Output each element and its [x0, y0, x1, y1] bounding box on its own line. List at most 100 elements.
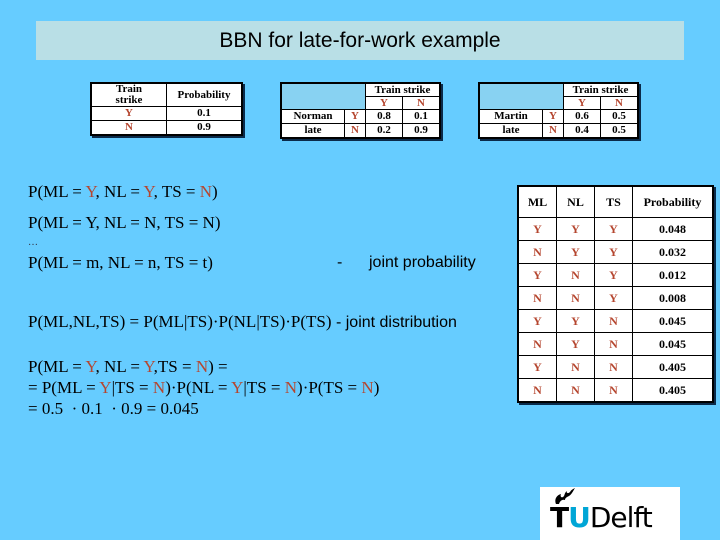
norman-late-table: Train strike Y N Norman Y 0.8 0.1 late N…: [280, 82, 441, 139]
ml-value: N: [517, 332, 557, 356]
ts-value: Y: [90, 106, 167, 121]
formula-text: )·P(TS =: [297, 378, 362, 397]
row-value: Y: [344, 109, 366, 124]
formula-value: N: [152, 378, 166, 397]
formula-value: N: [199, 182, 213, 201]
probability-value: 0.008: [632, 286, 714, 310]
ellipsis: …: [28, 237, 38, 248]
joint-probability-label: joint probability: [369, 254, 476, 271]
example-line-2: = P(ML = Y|TS = N)·P(NL = Y|TS = N)·P(TS…: [28, 378, 379, 398]
col-value: N: [402, 96, 441, 110]
ml-value: Y: [517, 263, 557, 287]
table-row: Martin Y 0.6 0.5: [478, 109, 639, 124]
formula-text: |TS =: [243, 378, 285, 397]
prob-cell: 0.5: [600, 109, 639, 124]
header-ts: TS: [594, 185, 633, 218]
row-label: Norman: [280, 109, 345, 124]
ts-value: N: [594, 332, 633, 356]
probability-value: 0.405: [632, 378, 714, 403]
formula-text: P(ML =: [28, 182, 86, 201]
slide-title: BBN for late-for-work example: [36, 21, 684, 60]
row-label: Martin: [478, 109, 543, 124]
formula-value: Y: [85, 182, 96, 201]
formula-value: Y: [99, 378, 112, 397]
row-value: N: [344, 123, 366, 139]
prob-cell: 0.2: [365, 123, 403, 139]
chain-rule-formula: P(ML,NL,TS) = P(ML|TS)·P(NL|TS)·P(TS) - …: [28, 312, 457, 332]
header-ml: ML: [517, 185, 557, 218]
ts-value: N: [594, 355, 633, 379]
formula-text: ) =: [208, 357, 228, 376]
nl-value: Y: [556, 240, 595, 264]
example-line-3: = 0.5 · 0.1 · 0.9 = 0.045: [28, 399, 199, 418]
nl-value: Y: [556, 309, 595, 333]
nl-value: Y: [556, 217, 595, 241]
tu-delft-logo: TUDelft: [540, 487, 680, 540]
header-nl: NL: [556, 185, 595, 218]
prob-cell: 0.4: [563, 123, 601, 139]
logo-t: T: [550, 501, 569, 534]
row-value: Y: [542, 109, 564, 124]
nl-value: N: [556, 378, 595, 403]
joint-probability-dash: -: [337, 254, 343, 271]
joint-distribution-label: - joint distribution: [331, 314, 457, 331]
ts-value: Y: [594, 286, 633, 310]
table-row: N Y Y 0.032: [517, 240, 714, 264]
nl-value: Y: [556, 332, 595, 356]
ml-value: N: [517, 286, 557, 310]
ml-value: N: [517, 378, 557, 403]
probability-value: 0.032: [632, 240, 714, 264]
table-row: N 0.9: [90, 120, 243, 136]
ts-prob: 0.1: [166, 106, 243, 121]
ts-prob: 0.9: [166, 120, 243, 136]
formula-value: N: [361, 378, 374, 397]
martin-late-table: Train strike Y N Martin Y 0.6 0.5 late N…: [478, 82, 639, 139]
ml-value: N: [517, 240, 557, 264]
logo-wordmark: TUDelft: [550, 501, 653, 534]
header-line: strike: [115, 94, 143, 106]
formula-value: Y: [143, 182, 154, 201]
formula-text: P(ML =: [28, 357, 86, 376]
ts-value: Y: [594, 263, 633, 287]
prob-cell: 0.1: [402, 109, 441, 124]
table-row: Norman Y 0.8 0.1: [280, 109, 441, 124]
ts-value: Y: [594, 217, 633, 241]
ml-value: Y: [517, 217, 557, 241]
formula-line-3: P(ML = m, NL = n, TS = t): [28, 253, 213, 272]
ts-value: Y: [594, 240, 633, 264]
table-row: Y N N 0.405: [517, 355, 714, 379]
header-probability: Probability: [166, 82, 243, 107]
table-row: N N N 0.405: [517, 378, 714, 403]
formula-text: , NL =: [95, 357, 144, 376]
slide-title-text: BBN for late-for-work example: [219, 28, 501, 52]
logo-u: U: [568, 501, 591, 534]
formula-line-1: P(ML = Y, NL = Y, TS = N): [28, 182, 218, 202]
logo-delft: Delft: [589, 501, 653, 534]
probability-value: 0.048: [632, 217, 714, 241]
train-strike-prior-table: Train strike Probability Y 0.1 N 0.9: [90, 82, 243, 136]
col-value: N: [600, 96, 639, 110]
formula-text: = P(ML =: [28, 378, 100, 397]
table-row: Y N Y 0.012: [517, 263, 714, 287]
header-train-strike: Train strike: [90, 82, 167, 107]
table-row: Y Y Y 0.048: [517, 217, 714, 241]
nl-value: N: [556, 263, 595, 287]
ml-value: Y: [517, 355, 557, 379]
joint-probability-table: ML NL TS Probability Y Y Y 0.048 N Y Y 0.032 Y N Y…: [517, 185, 714, 403]
blank-corner: [280, 82, 366, 110]
formula-text: ): [212, 182, 218, 201]
ml-value: Y: [517, 309, 557, 333]
prob-cell: 0.6: [563, 109, 601, 124]
formula-value: Y: [231, 378, 244, 397]
probability-value: 0.405: [632, 355, 714, 379]
col-value: Y: [365, 96, 403, 110]
table-row: N Y N 0.045: [517, 332, 714, 356]
blank-corner: [478, 82, 564, 110]
table-row: late N 0.2 0.9: [280, 123, 441, 139]
probability-value: 0.045: [632, 309, 714, 333]
prob-cell: 0.5: [600, 123, 639, 139]
ts-value: N: [594, 378, 633, 403]
formula-value: N: [195, 357, 209, 376]
col-header: Train strike: [563, 82, 639, 97]
ts-value: N: [90, 120, 167, 136]
